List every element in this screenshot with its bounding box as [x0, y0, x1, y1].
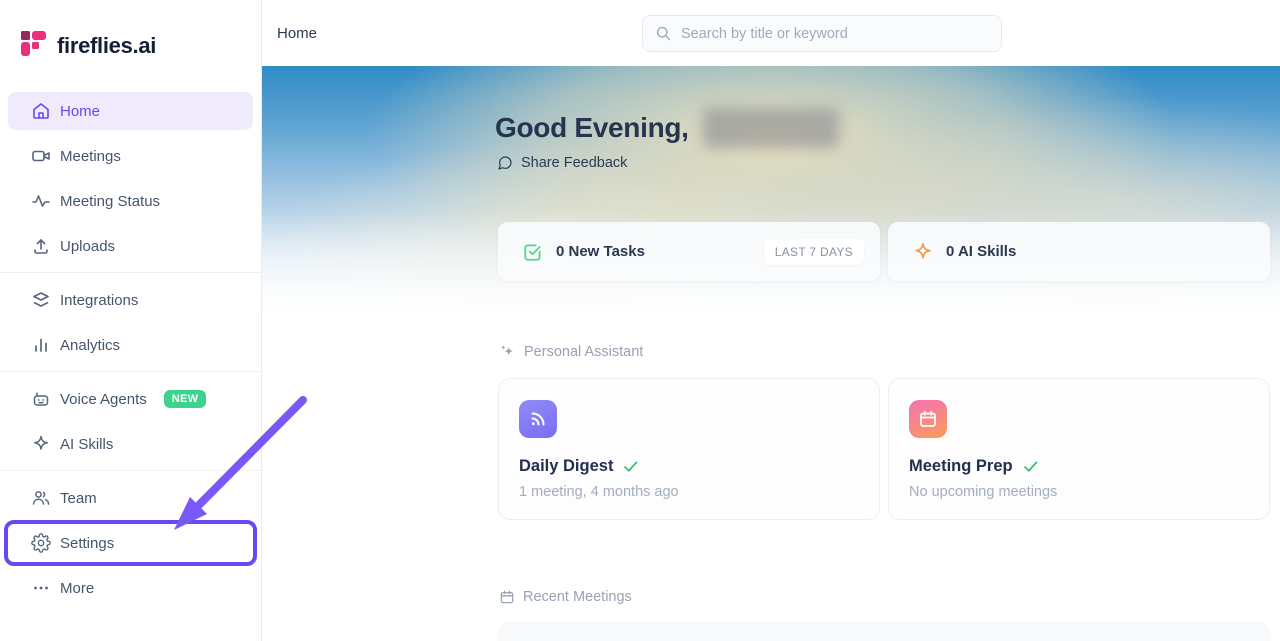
daily-digest-card[interactable]: Daily Digest 1 meeting, 4 months ago [498, 378, 880, 520]
team-icon [30, 488, 51, 509]
sidebar-item-label: Team [60, 489, 97, 507]
search-icon [655, 25, 672, 42]
sparkles-icon [499, 343, 516, 360]
blurred-user-name [702, 108, 839, 148]
logo[interactable]: fireflies.ai [0, 0, 261, 66]
pulse-icon [30, 191, 51, 212]
sidebar-item-label: Meetings [60, 147, 121, 165]
sidebar-item-home[interactable]: Home [8, 92, 253, 130]
sidebar-item-label: Meeting Status [60, 192, 161, 210]
fireflies-logo-icon [20, 30, 47, 62]
sidebar-item-voice-agents[interactable]: Voice Agents NEW [8, 380, 253, 418]
sidebar-item-label: Home [60, 102, 101, 120]
sparkle-icon [30, 434, 51, 455]
app-window: fireflies.ai Home Meetings Meeting Statu… [0, 0, 1280, 641]
search-box[interactable] [642, 15, 1002, 52]
check-icon [1022, 458, 1039, 475]
greeting-title: Good Evening, [495, 112, 689, 143]
chat-bubble-icon [497, 155, 513, 171]
video-camera-icon [30, 146, 51, 167]
sidebar-item-label: Settings [60, 534, 115, 552]
logo-wordmark: fireflies.ai [57, 33, 157, 58]
sparkle-icon [912, 241, 934, 263]
sidebar: fireflies.ai Home Meetings Meeting Statu… [0, 0, 262, 641]
check-icon [622, 458, 639, 475]
sidebar-item-label: Analytics [60, 336, 121, 354]
calendar-icon [909, 400, 947, 438]
rss-icon [519, 400, 557, 438]
recent-meetings-header: Recent Meetings [499, 589, 1270, 605]
sidebar-item-label: Integrations [60, 291, 139, 309]
sidebar-item-label: Voice Agents [60, 390, 147, 408]
upload-icon [30, 236, 51, 257]
sidebar-divider [0, 272, 261, 273]
robot-icon [30, 389, 51, 410]
ai-skills-card[interactable]: 0 AI Skills [888, 222, 1270, 281]
new-tasks-label: 0 New Tasks [556, 243, 645, 260]
ai-skills-label: 0 AI Skills [946, 243, 1017, 260]
share-feedback-label: Share Feedback [521, 155, 628, 171]
sidebar-divider [0, 371, 261, 372]
home-icon [30, 101, 51, 122]
recent-meetings-list-card [498, 621, 1270, 641]
personal-assistant-header: Personal Assistant [499, 343, 1270, 360]
top-bar: Home [262, 0, 1280, 66]
last-7-days-badge: LAST 7 DAYS [763, 238, 864, 265]
daily-digest-title: Daily Digest [519, 457, 614, 475]
hero-banner: Good Evening, Share Feedback 0 New Tasks [262, 66, 1280, 331]
sidebar-item-integrations[interactable]: Integrations [8, 281, 253, 319]
new-badge: NEW [163, 390, 207, 408]
sidebar-item-uploads[interactable]: Uploads [8, 227, 253, 265]
recent-meetings-title: Recent Meetings [523, 589, 632, 605]
sidebar-item-ai-skills[interactable]: AI Skills [8, 425, 253, 463]
search-input[interactable] [681, 25, 989, 42]
personal-assistant-title: Personal Assistant [524, 343, 644, 360]
meeting-prep-card[interactable]: Meeting Prep No upcoming meetings [888, 378, 1270, 520]
sidebar-item-label: More [60, 579, 95, 597]
ellipsis-icon [30, 578, 51, 599]
daily-digest-subtitle: 1 meeting, 4 months ago [519, 484, 679, 500]
new-tasks-card[interactable]: 0 New Tasks LAST 7 DAYS [498, 222, 880, 281]
sidebar-item-label: Uploads [60, 237, 116, 255]
bar-chart-icon [30, 335, 51, 356]
calendar-icon [499, 589, 515, 605]
sidebar-nav: Home Meetings Meeting Status Uploads Int… [0, 92, 261, 607]
personal-assistant-cards: Daily Digest 1 meeting, 4 months ago Mee… [498, 378, 1270, 520]
content-area: Personal Assistant Daily Digest 1 meetin… [262, 331, 1280, 641]
sidebar-item-team[interactable]: Team [8, 479, 253, 517]
sidebar-item-meetings[interactable]: Meetings [8, 137, 253, 175]
sidebar-divider [0, 470, 261, 471]
sidebar-item-analytics[interactable]: Analytics [8, 326, 253, 364]
share-feedback-link[interactable]: Share Feedback [497, 155, 627, 171]
meeting-prep-title: Meeting Prep [909, 457, 1013, 475]
sidebar-item-settings[interactable]: Settings [4, 520, 257, 566]
gear-icon [30, 533, 51, 554]
sidebar-item-more[interactable]: More [8, 569, 253, 607]
task-check-icon [522, 241, 544, 263]
breadcrumb: Home [277, 24, 318, 42]
layers-icon [30, 290, 51, 311]
stats-row: 0 New Tasks LAST 7 DAYS 0 AI Skills [498, 222, 1270, 281]
sidebar-item-label: AI Skills [60, 435, 114, 453]
meeting-prep-subtitle: No upcoming meetings [909, 484, 1058, 500]
main-area: Home Good Evening, Share Feedback [262, 0, 1280, 641]
sidebar-item-meeting-status[interactable]: Meeting Status [8, 182, 253, 220]
